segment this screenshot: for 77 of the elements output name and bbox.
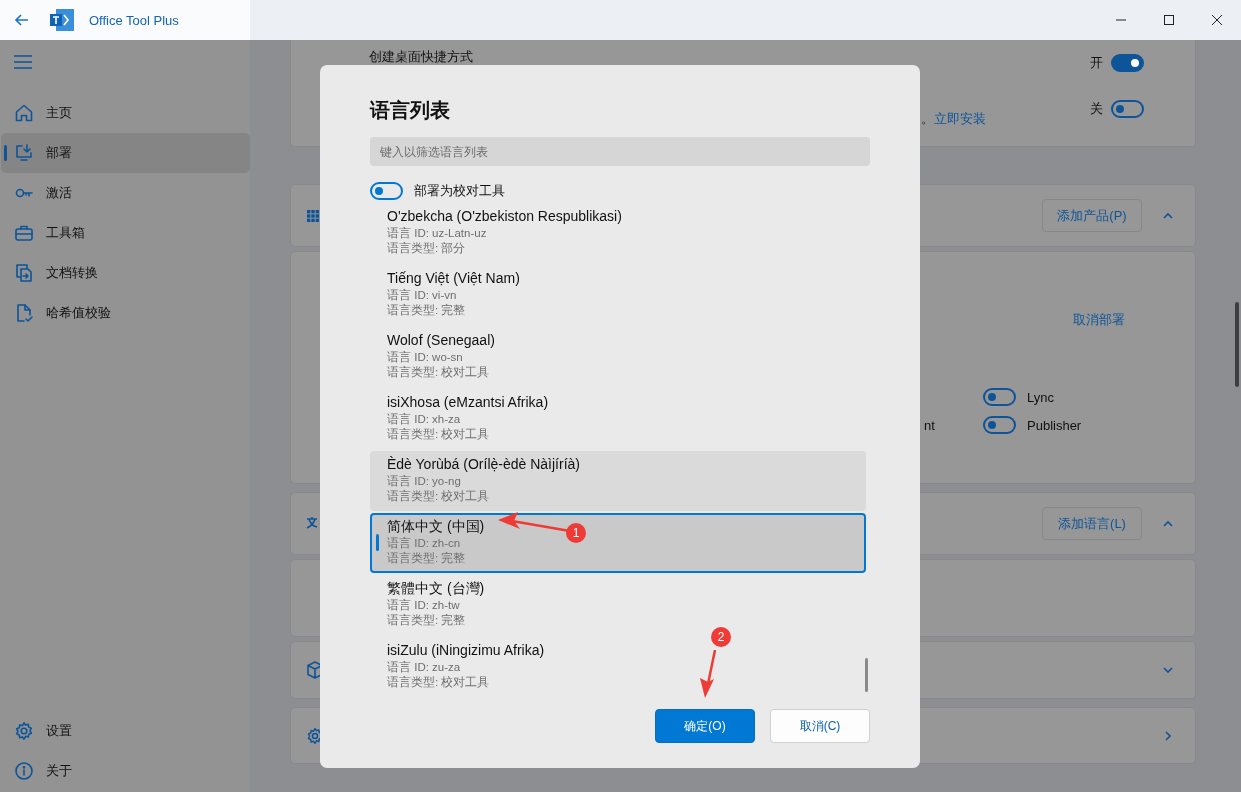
nav-item[interactable]: 工具箱 (1, 213, 250, 253)
app-label: Publisher (1027, 417, 1082, 433)
app-label: nt (924, 417, 936, 433)
app-logo-icon (50, 9, 74, 31)
nav-item[interactable]: 关于 (1, 751, 250, 791)
shortcut-label: 创建桌面快捷方式 (369, 48, 474, 66)
nav-label: 设置 (46, 722, 72, 740)
language-type: 语言类型: 完整 (387, 613, 467, 628)
language-type: 语言类型: 完整 (387, 303, 467, 318)
nav-label: 关于 (46, 762, 72, 780)
nav-item[interactable]: 文档转换 (1, 253, 250, 293)
nav-label: 激活 (46, 184, 72, 202)
toggle-label: 关 (1090, 100, 1103, 118)
language-name: O'zbekcha (O'zbekiston Respublikasi) (387, 207, 622, 226)
home-icon (14, 103, 34, 123)
nav-item[interactable]: 主页 (1, 93, 250, 133)
toggle-label: 部署为校对工具 (414, 182, 505, 200)
nav-item[interactable]: 设置 (1, 711, 250, 751)
toggle-switch[interactable] (983, 416, 1016, 434)
language-item[interactable]: O'zbekcha (O'zbekiston Respublikasi) 语言 ID: uz-Latn-uz 语言类型: 部分 (370, 203, 866, 263)
language-type: 语言类型: 校对工具 (387, 489, 491, 504)
scrollbar-thumb[interactable] (1235, 302, 1239, 387)
language-item[interactable]: isiXhosa (eMzantsi Afrika) 语言 ID: xh-za 语言类型: 校对工具 (370, 389, 866, 449)
toolbox-icon (14, 223, 34, 243)
info-icon (14, 761, 34, 781)
back-arrow-icon[interactable] (14, 12, 30, 28)
language-id: 语言 ID: xh-za (387, 412, 462, 427)
language-name: Tiếng Việt (Việt Nam) (387, 269, 520, 288)
settings-icon (14, 721, 34, 741)
toggle-switch[interactable] (1111, 54, 1144, 72)
language-id: 语言 ID: zu-za (387, 660, 462, 675)
language-type: 语言类型: 校对工具 (387, 675, 491, 690)
menu-icon[interactable] (13, 52, 33, 72)
pointer-arrow (700, 650, 718, 698)
note-text: 。 (921, 110, 934, 128)
toggle-switch[interactable] (370, 182, 403, 200)
dialog-title: 语言列表 (370, 98, 451, 122)
monitor-download-icon (14, 143, 34, 163)
language-name: isiZulu (iNingizimu Afrika) (387, 641, 545, 660)
language-item[interactable]: Tiếng Việt (Việt Nam) 语言 ID: vi-vn 语言类型: 完整 (370, 265, 866, 325)
toggle-switch[interactable] (1111, 100, 1144, 118)
nav-label: 哈希值校验 (46, 304, 111, 322)
nav-label: 部署 (46, 144, 72, 162)
language-id: 语言 ID: zh-tw (387, 598, 461, 613)
language-name: Èdè Yorùbá (Orílẹ̀-èdè Nàìjíríà) (387, 455, 580, 474)
scrollbar-thumb[interactable] (865, 658, 868, 692)
nav-item[interactable]: 部署 (1, 133, 250, 173)
cancel-button[interactable]: 取消(C) (770, 709, 870, 743)
language-item[interactable]: Wolof (Senegaal) 语言 ID: wo-sn 语言类型: 校对工具 (370, 327, 866, 387)
language-name: 繁體中文 (台灣) (387, 579, 485, 598)
nav-label: 工具箱 (46, 224, 85, 242)
document-convert-icon (14, 263, 34, 283)
language-type: 语言类型: 校对工具 (387, 427, 491, 442)
window-title: Office Tool Plus (89, 12, 179, 28)
grid-icon (306, 208, 320, 223)
language-id: 语言 ID: uz-Latn-uz (387, 226, 488, 241)
toggle-label: 开 (1090, 54, 1103, 72)
language-type: 语言类型: 校对工具 (387, 365, 491, 380)
language-type: 语言类型: 部分 (387, 241, 467, 256)
language-id: 语言 ID: wo-sn (387, 350, 464, 365)
language-id: 语言 ID: yo-ng (387, 474, 462, 489)
document-check-icon (14, 303, 34, 323)
nav-label: 主页 (46, 104, 72, 122)
language-type: 语言类型: 完整 (387, 551, 467, 566)
language-item[interactable]: Èdè Yorùbá (Orílẹ̀-èdè Nàìjíríà) 语言 ID: yo-ng 语言类型: 校对工具 (370, 451, 866, 511)
language-id: 语言 ID: vi-vn (387, 288, 458, 303)
nav-item[interactable]: 哈希值校验 (1, 293, 250, 333)
ok-button[interactable]: 确定(O) (655, 709, 755, 743)
search-field[interactable]: 键入以筛选语言列表 (370, 137, 870, 166)
nav-item[interactable]: 激活 (1, 173, 250, 213)
language-name: Wolof (Senegaal) (387, 331, 495, 350)
app-label: Lync (1027, 389, 1054, 405)
language-name: isiXhosa (eMzantsi Afrika) (387, 393, 549, 412)
language-name: 简体中文 (中国) (387, 517, 485, 536)
toggle-switch[interactable] (983, 388, 1016, 406)
nav-label: 文档转换 (46, 264, 98, 282)
language-id: 语言 ID: zh-cn (387, 536, 462, 551)
